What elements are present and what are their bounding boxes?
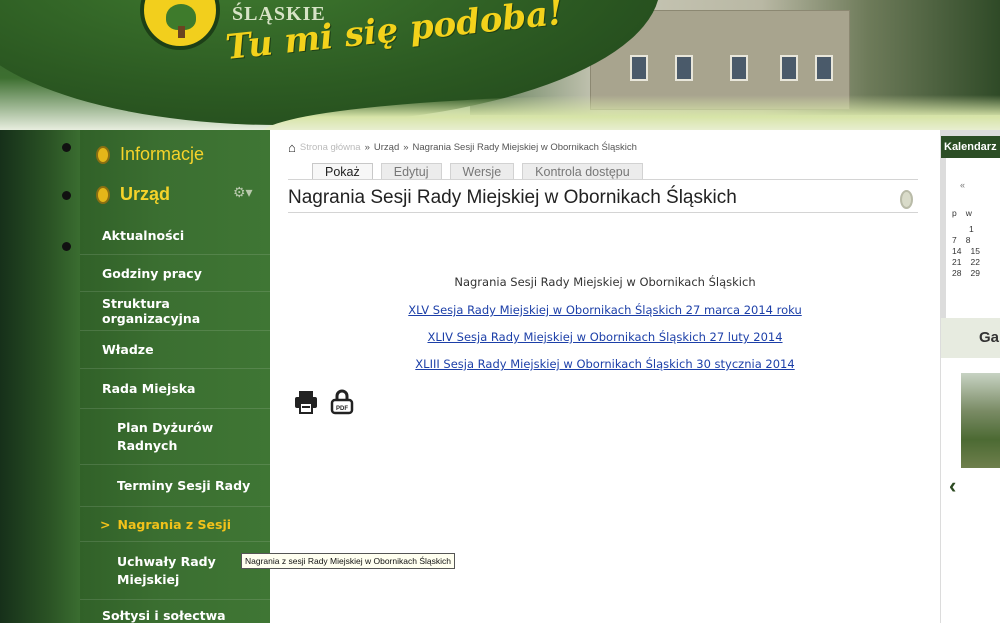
tab-wersje[interactable]: Wersje — [449, 163, 515, 180]
sidebar-item-label: Struktura organizacyjna — [102, 296, 201, 326]
list-bullet — [62, 143, 71, 152]
list-bullet — [62, 242, 71, 251]
sidebar-item-wladze[interactable]: Władze — [80, 331, 270, 369]
calendar-day[interactable]: 15 — [970, 246, 979, 256]
pdf-icon[interactable]: PDF — [328, 388, 356, 416]
main-content: ⌂ Strona główna » Urząd » Nagrania Sesji… — [270, 130, 940, 623]
active-marker: > — [100, 516, 111, 532]
sidebar-item-plan-dyzurow[interactable]: Plan Dyżurów Radnych — [80, 409, 270, 465]
calendar-row: 28 29 — [952, 268, 980, 278]
leaf-icon — [96, 185, 110, 204]
calendar-prev-button[interactable]: « — [960, 180, 965, 190]
sidebar-item-nagrania[interactable]: > Nagrania z Sesji — [80, 507, 270, 542]
gallery: ‹ — [941, 358, 1000, 623]
home-icon[interactable]: ⌂ — [288, 140, 296, 155]
gear-icon[interactable]: ⚙▾ — [233, 184, 253, 201]
sidebar-item-soltysi[interactable]: Sołtysi i sołectwa — [80, 600, 270, 623]
calendar-title: Kalendarz — [941, 136, 1000, 158]
breadcrumb: ⌂ Strona główna » Urząd » Nagrania Sesji… — [288, 140, 637, 155]
tab-pokaz[interactable]: Pokaż — [312, 163, 373, 180]
tab-bar: Pokaż Edytuj Wersje Kontrola dostępu — [312, 163, 643, 180]
tooltip: Nagrania z sesji Rady Miejskiej w Oborni… — [241, 553, 455, 569]
article-heading: Nagrania Sesji Rady Miejskiej w Obornika… — [454, 275, 756, 289]
divider — [288, 179, 918, 180]
calendar-weekdays: p w — [952, 208, 972, 218]
print-tools: PDF — [292, 388, 356, 416]
calendar-row: 21 22 — [952, 257, 980, 267]
calendar-day[interactable]: 28 — [952, 268, 961, 278]
breadcrumb-home[interactable]: Strona główna — [300, 142, 361, 153]
calendar-day[interactable]: 1 — [969, 224, 974, 234]
sidebar-item-label: Uchwały Rady Miejskiej — [117, 554, 216, 587]
article-body: Nagrania Sesji Rady Miejskiej w Obornika… — [270, 275, 940, 384]
calendar-day[interactable]: 14 — [952, 246, 961, 256]
sidebar-item-label: Aktualności — [102, 228, 185, 243]
page-title: Nagrania Sesji Rady Miejskiej w Obornika… — [288, 187, 737, 208]
calendar-day[interactable]: 22 — [970, 257, 979, 267]
leaf-icon — [96, 145, 110, 164]
weekday-label: w — [965, 208, 972, 218]
tab-kontrola-dostepu[interactable]: Kontrola dostępu — [522, 163, 643, 180]
breadcrumb-item[interactable]: Urząd — [374, 142, 399, 153]
sidebar-heading-informacje[interactable]: Informacje — [96, 144, 204, 165]
gallery-prev-button[interactable]: ‹ — [949, 473, 956, 499]
calendar-day[interactable] — [952, 224, 960, 234]
sidebar-item-label: Rada Miejska — [102, 381, 196, 396]
calendar-row: 1 — [952, 224, 974, 234]
sidebar-item-terminy-sesji[interactable]: Terminy Sesji Rady — [80, 465, 270, 507]
sidebar-item-godziny-pracy[interactable]: Godziny pracy — [80, 255, 270, 292]
divider — [288, 212, 918, 213]
weekday-label: p — [952, 208, 957, 218]
sidebar-item-label: Nagrania z Sesji — [117, 516, 232, 532]
sidebar-item-uchwaly[interactable]: Uchwały Rady Miejskiej — [80, 542, 270, 600]
sidebar-outer-band — [0, 130, 80, 623]
calendar-row: 14 15 — [952, 246, 980, 256]
sidebar-heading-label: Informacje — [120, 144, 205, 164]
calendar: « p w 1 7 8 14 15 21 22 28 29 — [946, 158, 1000, 328]
session-link-xliv[interactable]: XLIV Sesja Rady Miejskiej w Obornikach Ś… — [270, 330, 940, 344]
tab-edytuj[interactable]: Edytuj — [380, 163, 442, 180]
sidebar-heading-label: Urząd — [120, 184, 171, 204]
list-bullet — [62, 191, 71, 200]
breadcrumb-separator: » — [403, 142, 409, 153]
calendar-day[interactable]: 21 — [952, 257, 961, 267]
sidebar-item-label: Sołtysi i sołectwa — [102, 607, 226, 623]
gallery-thumbnail[interactable] — [961, 373, 1000, 468]
session-link-xliii[interactable]: XLIII Sesja Rady Miejskiej w Obornikach … — [270, 357, 940, 371]
sidebar-item-aktualnosci[interactable]: Aktualności — [80, 217, 270, 255]
print-icon[interactable] — [292, 388, 320, 416]
pdf-label: PDF — [336, 406, 348, 412]
site-header: ŚLĄSKIE Tu mi się podoba! — [0, 0, 1000, 130]
sidebar-item-label: Władze — [102, 342, 154, 357]
sidebar-item-label: Godziny pracy — [102, 265, 202, 281]
gallery-title: Galeria — [941, 318, 1000, 358]
leaf-icon — [900, 190, 913, 209]
sidebar-item-label: Terminy Sesji Rady — [117, 477, 251, 493]
breadcrumb-current: Nagrania Sesji Rady Miejskiej w Obornika… — [412, 142, 637, 153]
breadcrumb-separator: » — [364, 142, 370, 153]
sidebar-item-struktura[interactable]: Struktura organizacyjna — [80, 292, 270, 331]
calendar-day[interactable]: 29 — [970, 268, 979, 278]
sidebar-item-rada-miejska[interactable]: Rada Miejska — [80, 369, 270, 409]
sidebar-item-label: Plan Dyżurów Radnych — [117, 420, 214, 453]
sidebar-heading-urzad[interactable]: Urząd — [96, 184, 170, 205]
calendar-day[interactable]: 8 — [966, 235, 971, 245]
session-link-xlv[interactable]: XLV Sesja Rady Miejskiej w Obornikach Śl… — [270, 303, 940, 317]
calendar-day[interactable]: 7 — [952, 235, 957, 245]
calendar-row: 7 8 — [952, 235, 970, 245]
